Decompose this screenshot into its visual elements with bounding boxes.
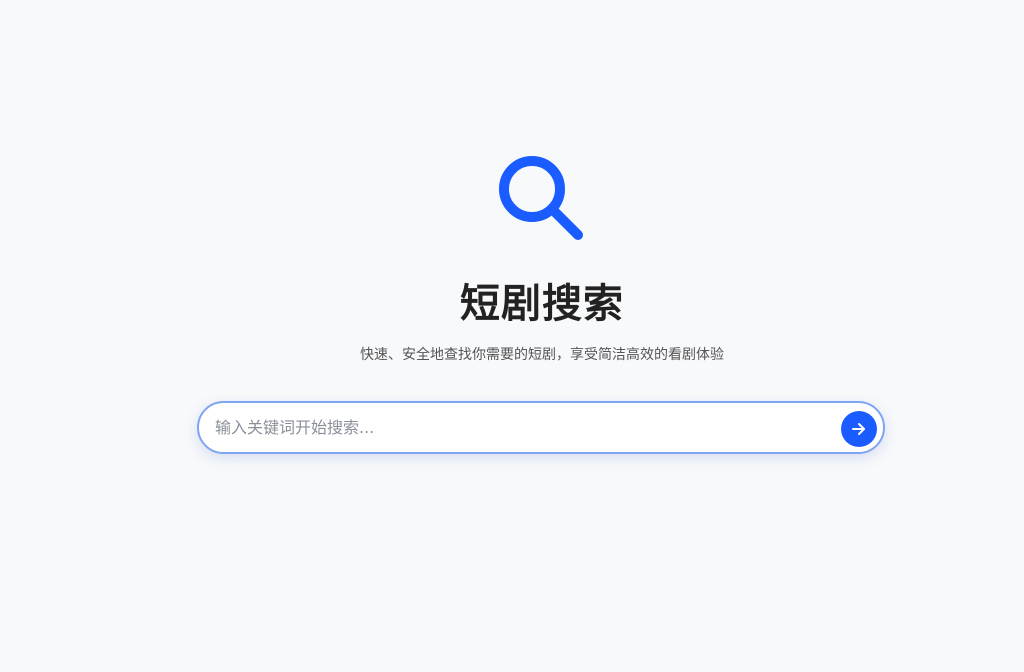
search-input[interactable]: [215, 403, 825, 452]
search-bar: [197, 401, 885, 454]
page-title: 短剧搜索: [460, 281, 624, 327]
page-subtitle: 快速、安全地查找你需要的短剧，享受简洁高效的看剧体验: [360, 347, 724, 363]
search-page: 短剧搜索 快速、安全地查找你需要的短剧，享受简洁高效的看剧体验: [0, 0, 1024, 672]
arrow-right-icon: [852, 423, 865, 435]
search-submit-button[interactable]: [841, 411, 877, 447]
search-icon: [496, 155, 588, 247]
